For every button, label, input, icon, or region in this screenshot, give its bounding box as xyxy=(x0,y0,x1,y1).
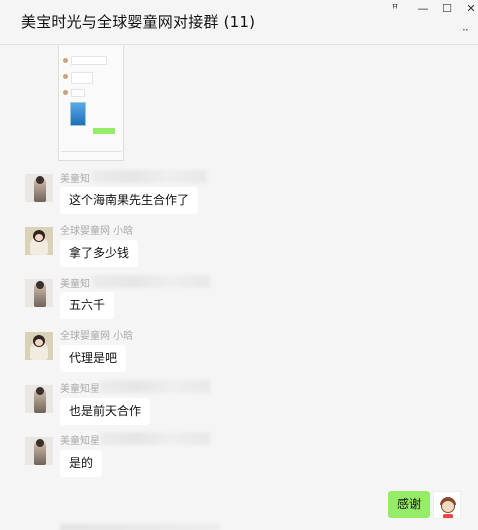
thumbnail-row xyxy=(71,56,107,65)
avatar[interactable] xyxy=(25,332,53,360)
message-bubble[interactable]: 也是前天合作 xyxy=(60,398,151,425)
close-button[interactable]: ✕ xyxy=(461,1,478,15)
minimize-button[interactable]: — xyxy=(413,1,433,15)
sender-name: 美童知 xyxy=(60,279,90,290)
blurred-sender-region xyxy=(92,275,210,288)
message-bubble[interactable]: 是的 xyxy=(60,450,103,477)
blurred-sender-region xyxy=(92,170,207,183)
chat-window: 美宝时光与全球婴童网对接群 (11) ꟸ — ☐ ✕ ·· 美童知 这个海南果先… xyxy=(0,0,478,530)
message-bubble[interactable]: 这个海南果先生合作了 xyxy=(60,187,199,214)
blurred-next-message xyxy=(60,524,220,530)
message-bubble[interactable]: 拿了多少钱 xyxy=(60,240,139,267)
more-options-icon[interactable]: ·· xyxy=(462,23,469,37)
blurred-sender-region xyxy=(100,432,210,445)
thumbnail-my-bubble xyxy=(93,128,115,134)
chat-header: 美宝时光与全球婴童网对接群 (11) ꟸ — ☐ ✕ ·· xyxy=(0,0,478,45)
avatar[interactable] xyxy=(25,385,53,413)
pin-icon[interactable]: ꟸ xyxy=(385,1,405,15)
chat-title: 美宝时光与全球婴童网对接群 (11) xyxy=(21,13,256,31)
thumbnail-row xyxy=(71,89,85,97)
sender-name: 全球婴童网 小晗 xyxy=(60,331,134,342)
thumbnail-row xyxy=(71,72,93,84)
message-bubble[interactable]: 五六千 xyxy=(60,292,115,319)
thumbnail-poster xyxy=(70,102,86,126)
message-bubble[interactable]: 代理是吧 xyxy=(60,345,127,372)
thumbnail-toolbar xyxy=(61,151,121,159)
sender-name: 美童知 xyxy=(60,174,90,185)
my-avatar[interactable] xyxy=(433,491,461,519)
my-message-bubble[interactable]: 感谢 xyxy=(388,491,431,518)
message-list[interactable]: 美童知 这个海南果先生合作了 全球婴童网 小晗 拿了多少钱 美童知 五六千 全球… xyxy=(0,46,478,530)
sender-name: 全球婴童网 小晗 xyxy=(60,226,134,237)
blurred-sender-region xyxy=(100,380,210,393)
avatar[interactable] xyxy=(25,279,53,307)
avatar[interactable] xyxy=(25,227,53,255)
thumbnail-avatar xyxy=(63,74,68,79)
thumbnail-avatar xyxy=(63,58,68,63)
avatar[interactable] xyxy=(25,437,53,465)
sender-name: 美童知星 xyxy=(60,384,100,395)
sender-name: 美童知星 xyxy=(60,436,100,447)
image-message[interactable] xyxy=(58,46,124,161)
maximize-button[interactable]: ☐ xyxy=(437,1,457,15)
avatar[interactable] xyxy=(25,174,53,202)
thumbnail-avatar xyxy=(63,90,68,95)
